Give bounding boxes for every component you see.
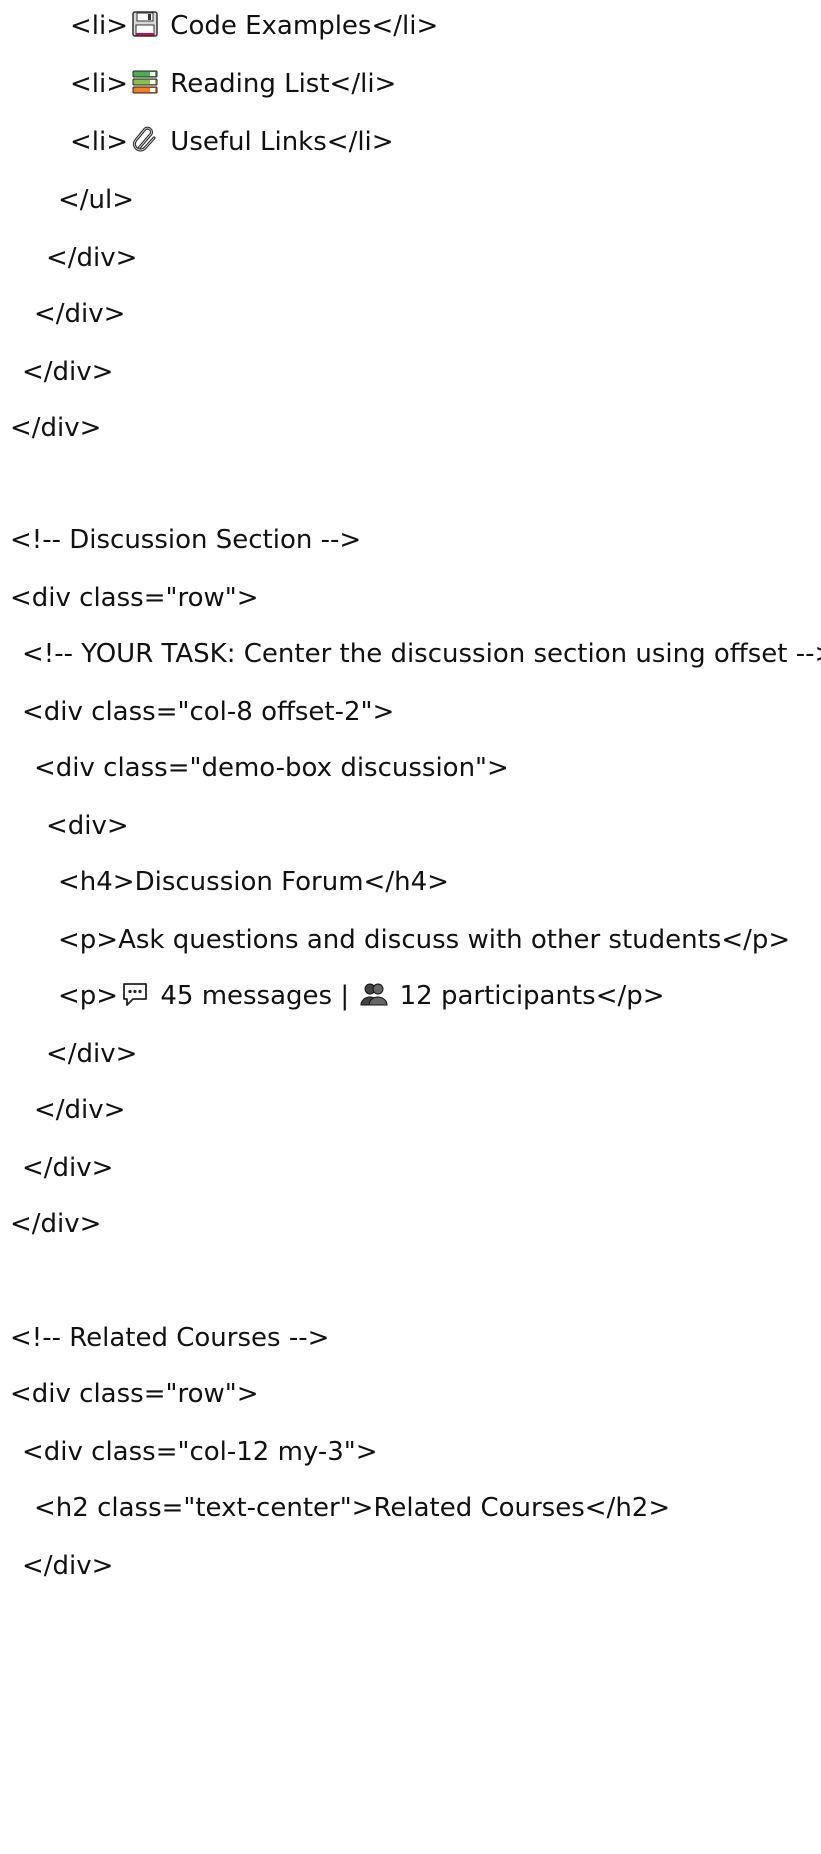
code-line: <div class="col-8 offset-2"> — [22, 692, 394, 732]
code-line: </div> — [10, 408, 101, 448]
code-line: </div> — [46, 1034, 137, 1074]
code-text: Code Examples</li> — [162, 11, 439, 41]
code-comment: <!-- Related Courses --> — [10, 1323, 330, 1353]
code-text: </div> — [34, 299, 126, 329]
code-line: </div> — [22, 352, 113, 392]
code-line: </div> — [34, 1090, 125, 1130]
code-line: <p>Ask questions and discuss with other … — [58, 920, 790, 960]
code-line: </div> — [10, 1204, 101, 1244]
code-line: <li> Reading List</li> — [70, 64, 396, 104]
code-line: <div class="demo-box discussion"> — [34, 748, 509, 788]
code-text: 12 participants</p> — [391, 981, 665, 1011]
code-line: <p> 45 messages | 12 participants</p> — [58, 976, 665, 1016]
code-text: <li> — [70, 11, 129, 41]
code-line: <div class="row"> — [10, 578, 259, 618]
code-line: <li> Code Examples</li> — [70, 6, 438, 46]
code-text: </div> — [46, 243, 138, 273]
code-text: <li> — [70, 69, 129, 99]
code-text: <h4>Discussion Forum</h4> — [58, 867, 449, 897]
books-icon — [130, 67, 160, 97]
code-text: </ul> — [58, 185, 135, 215]
code-text: <h2 class="text-center">Related Courses<… — [34, 1493, 671, 1523]
code-text: <li> — [70, 127, 129, 157]
code-text: 45 messages | — [152, 981, 358, 1011]
code-text: Useful Links</li> — [162, 127, 394, 157]
code-line: </div> — [46, 238, 137, 278]
code-text: <p>Ask questions and discuss with other … — [58, 925, 791, 955]
code-text: <div class="demo-box discussion"> — [34, 753, 509, 783]
code-text: <div class="col-8 offset-2"> — [22, 697, 395, 727]
code-line: </div> — [22, 1148, 113, 1188]
speech-bubble-icon — [120, 979, 150, 1009]
code-text: </div> — [22, 1551, 114, 1581]
code-text: </div> — [10, 413, 102, 443]
code-text: </div> — [46, 1039, 138, 1069]
code-text: <div class="row"> — [10, 583, 259, 613]
code-view: <li> Code Examples</li> <li> Reading Lis… — [0, 0, 821, 1854]
code-text: <p> — [58, 981, 119, 1011]
floppy-disk-icon — [130, 9, 160, 39]
paperclip-icon — [130, 125, 160, 155]
code-text: Reading List</li> — [162, 69, 397, 99]
code-line: <h4>Discussion Forum</h4> — [58, 862, 449, 902]
code-text: </div> — [10, 1209, 102, 1239]
code-text: <div class="row"> — [10, 1379, 259, 1409]
code-comment: <!-- YOUR TASK: Center the discussion se… — [22, 639, 821, 669]
code-line: <!-- Related Courses --> — [10, 1318, 329, 1358]
code-text: <div> — [46, 811, 129, 841]
code-line: <!-- Discussion Section --> — [10, 520, 361, 560]
code-line: <h2 class="text-center">Related Courses<… — [34, 1488, 670, 1528]
people-icon — [359, 979, 389, 1009]
code-line: <div class="col-12 my-3"> — [22, 1432, 378, 1472]
code-line: </div> — [22, 1546, 113, 1586]
code-comment: <!-- Discussion Section --> — [10, 525, 362, 555]
code-line: </div> — [34, 294, 125, 334]
code-text: </div> — [22, 1153, 114, 1183]
code-line: <div class="row"> — [10, 1374, 259, 1414]
code-line: </ul> — [58, 180, 134, 220]
code-line: <div> — [46, 806, 129, 846]
code-text: </div> — [34, 1095, 126, 1125]
code-text: <div class="col-12 my-3"> — [22, 1437, 378, 1467]
code-line: <!-- YOUR TASK: Center the discussion se… — [22, 634, 821, 674]
code-line: <li> Useful Links</li> — [70, 122, 394, 162]
code-text: </div> — [22, 357, 114, 387]
